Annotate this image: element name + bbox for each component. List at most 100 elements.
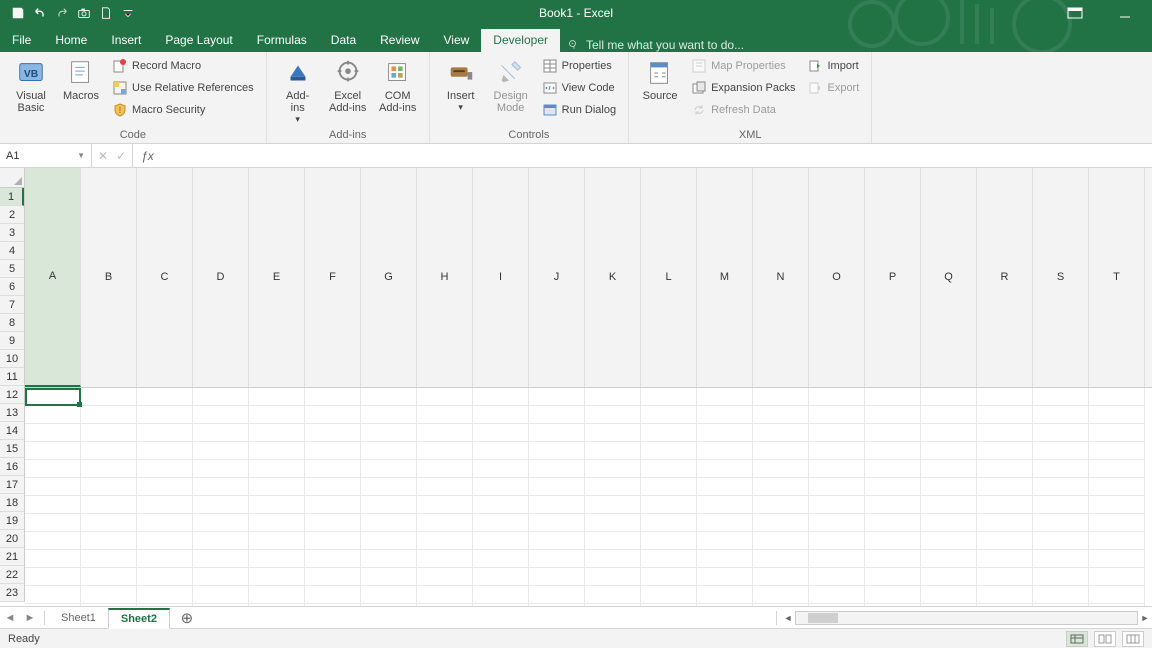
cell[interactable] <box>977 568 1033 586</box>
cell[interactable] <box>305 586 361 604</box>
row-header[interactable]: 19 <box>0 512 24 530</box>
cell[interactable] <box>81 532 137 550</box>
page-break-view-icon[interactable] <box>1122 631 1144 647</box>
cell[interactable] <box>809 424 865 442</box>
column-header[interactable]: F <box>305 168 361 387</box>
cell[interactable] <box>809 550 865 568</box>
cell[interactable] <box>1089 388 1145 406</box>
cell[interactable] <box>809 460 865 478</box>
cell[interactable] <box>697 388 753 406</box>
tab-home[interactable]: Home <box>43 29 99 52</box>
cell[interactable] <box>977 388 1033 406</box>
cell[interactable] <box>417 568 473 586</box>
row-header[interactable]: 5 <box>0 260 24 278</box>
cell[interactable] <box>697 442 753 460</box>
cell[interactable] <box>1089 550 1145 568</box>
cell[interactable] <box>921 550 977 568</box>
cell[interactable] <box>305 496 361 514</box>
cell[interactable] <box>137 532 193 550</box>
cell[interactable] <box>809 586 865 604</box>
cell[interactable] <box>473 406 529 424</box>
column-header[interactable]: B <box>81 168 137 387</box>
cell[interactable] <box>921 568 977 586</box>
cell[interactable] <box>473 460 529 478</box>
cell[interactable] <box>641 514 697 532</box>
cell[interactable] <box>753 406 809 424</box>
cell[interactable] <box>25 568 81 586</box>
cell[interactable] <box>529 388 585 406</box>
save-icon[interactable] <box>10 5 26 21</box>
cell[interactable] <box>585 586 641 604</box>
cell[interactable] <box>81 586 137 604</box>
normal-view-icon[interactable] <box>1066 631 1088 647</box>
cell[interactable] <box>697 550 753 568</box>
cell[interactable] <box>697 460 753 478</box>
page-layout-view-icon[interactable] <box>1094 631 1116 647</box>
row-header[interactable]: 20 <box>0 530 24 548</box>
cell[interactable] <box>81 478 137 496</box>
cell[interactable] <box>1089 442 1145 460</box>
row-header[interactable]: 12 <box>0 386 24 404</box>
cell[interactable] <box>249 424 305 442</box>
cell[interactable] <box>137 388 193 406</box>
cell[interactable] <box>1033 586 1089 604</box>
properties-button[interactable]: Properties <box>538 56 620 76</box>
cell[interactable] <box>697 532 753 550</box>
cell[interactable] <box>697 586 753 604</box>
cell[interactable] <box>249 478 305 496</box>
cell[interactable] <box>193 460 249 478</box>
macro-security-button[interactable]: !Macro Security <box>108 100 258 120</box>
cell[interactable] <box>193 586 249 604</box>
cell[interactable] <box>305 514 361 532</box>
macros-button[interactable]: Macros <box>58 56 104 102</box>
visual-basic-button[interactable]: VB Visual Basic <box>8 56 54 114</box>
cell[interactable] <box>473 568 529 586</box>
cell[interactable] <box>193 532 249 550</box>
cell[interactable] <box>1089 496 1145 514</box>
column-header[interactable]: L <box>641 168 697 387</box>
cell[interactable] <box>865 388 921 406</box>
tab-insert[interactable]: Insert <box>99 29 153 52</box>
cell[interactable] <box>417 406 473 424</box>
cell[interactable] <box>361 388 417 406</box>
cell[interactable] <box>921 586 977 604</box>
row-header[interactable]: 23 <box>0 584 24 602</box>
cell[interactable] <box>249 496 305 514</box>
minimize-icon[interactable] <box>1110 3 1140 23</box>
cell[interactable] <box>865 406 921 424</box>
cell[interactable] <box>977 406 1033 424</box>
cell[interactable] <box>753 568 809 586</box>
cell[interactable] <box>529 460 585 478</box>
view-code-button[interactable]: View Code <box>538 78 620 98</box>
cell[interactable] <box>473 442 529 460</box>
cell[interactable] <box>249 550 305 568</box>
cell[interactable] <box>249 442 305 460</box>
excel-addins-button[interactable]: Excel Add-ins <box>325 56 371 114</box>
cell[interactable] <box>1033 442 1089 460</box>
cell[interactable] <box>81 496 137 514</box>
cell[interactable] <box>361 478 417 496</box>
cell[interactable] <box>193 550 249 568</box>
cell[interactable] <box>865 460 921 478</box>
column-header[interactable]: N <box>753 168 809 387</box>
cell[interactable] <box>473 424 529 442</box>
tab-review[interactable]: Review <box>368 29 431 52</box>
cell[interactable] <box>585 442 641 460</box>
cell[interactable] <box>25 532 81 550</box>
cell[interactable] <box>753 586 809 604</box>
cell[interactable] <box>417 478 473 496</box>
cell[interactable] <box>753 424 809 442</box>
cell[interactable] <box>977 442 1033 460</box>
cell[interactable] <box>137 496 193 514</box>
cell[interactable] <box>305 424 361 442</box>
cell[interactable] <box>529 424 585 442</box>
insert-control-button[interactable]: Insert ▾ <box>438 56 484 113</box>
cell[interactable] <box>193 424 249 442</box>
cell[interactable] <box>977 550 1033 568</box>
sheet-tab[interactable]: Sheet1 <box>49 608 108 628</box>
cell[interactable] <box>585 532 641 550</box>
cell[interactable] <box>81 550 137 568</box>
cell[interactable] <box>585 388 641 406</box>
tab-developer[interactable]: Developer <box>481 29 560 52</box>
cell[interactable] <box>809 442 865 460</box>
